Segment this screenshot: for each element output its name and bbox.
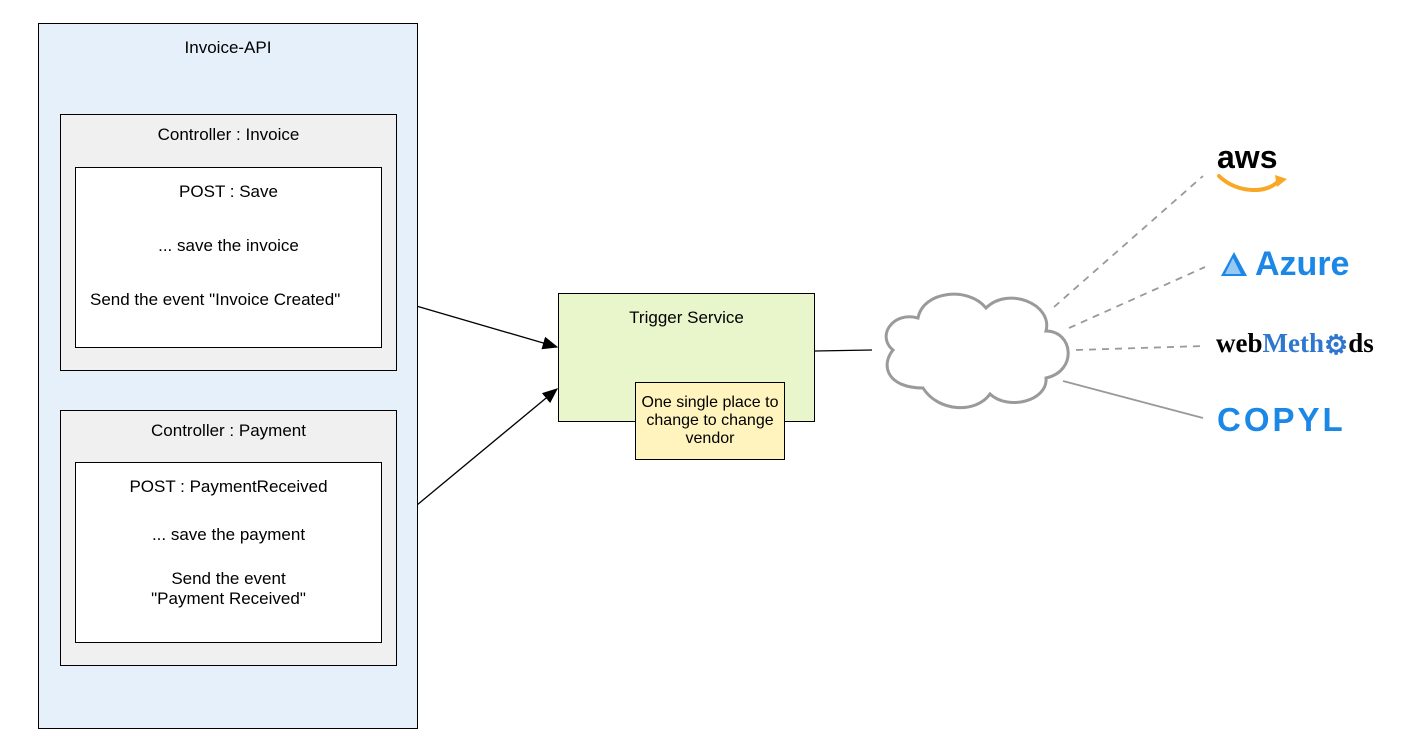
vendor-aws-logo: aws <box>1217 139 1277 176</box>
vendor-webmethods-logo: webMeth⚙ds <box>1216 328 1374 359</box>
action-save-event: Send the event "Invoice Created" <box>76 290 381 310</box>
cloud-icon <box>868 276 1080 417</box>
action-save-title: POST : Save <box>76 182 381 202</box>
vendor-copyl-logo: COPYL <box>1217 401 1346 439</box>
wm-text-m: M <box>1263 328 1288 358</box>
trigger-note: One single place to change to change ven… <box>635 382 785 460</box>
aws-smile-icon <box>1217 172 1289 194</box>
gear-icon: ⚙ <box>1324 330 1348 361</box>
vendor-azure-text: Azure <box>1255 245 1349 284</box>
controller-invoice-title: Controller : Invoice <box>61 125 396 145</box>
azure-triangle-icon <box>1219 250 1249 280</box>
vendor-azure-logo: Azure <box>1219 245 1349 284</box>
action-payment-event: Send the event "Payment Received" <box>76 569 381 609</box>
action-payment-step: ... save the payment <box>76 525 381 545</box>
vendor-aws-text: aws <box>1217 139 1277 175</box>
controller-payment-title: Controller : Payment <box>61 421 396 441</box>
action-payment-title: POST : PaymentReceived <box>76 477 381 497</box>
wm-text-web: web <box>1216 328 1263 358</box>
wm-text-eth: eth <box>1288 328 1324 358</box>
action-save-box: POST : Save ... save the invoice Send th… <box>75 167 382 348</box>
action-payment-box: POST : PaymentReceived ... save the paym… <box>75 462 382 643</box>
trigger-note-text: One single place to change to change ven… <box>640 394 780 448</box>
action-save-step: ... save the invoice <box>76 236 381 256</box>
vendor-copyl-text: COPYL <box>1217 401 1346 438</box>
invoice-api-title: Invoice-API <box>39 38 417 58</box>
trigger-service-title: Trigger Service <box>559 308 814 328</box>
wm-text-ds: ds <box>1348 328 1374 358</box>
